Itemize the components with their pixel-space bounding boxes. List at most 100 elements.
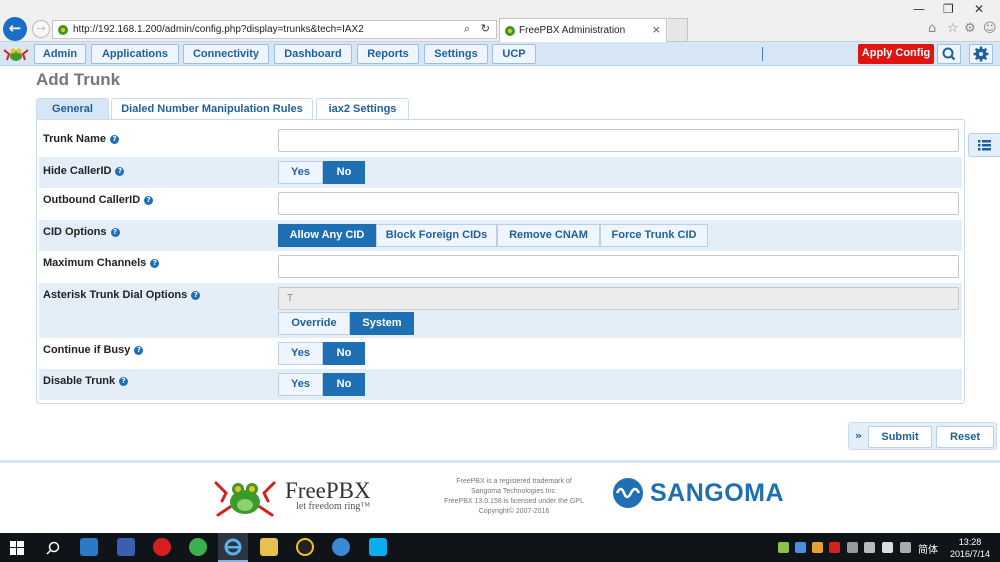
cid-options-row: CID Options? Allow Any CID Block Foreign…	[39, 220, 962, 251]
help-icon[interactable]: ?	[144, 196, 154, 205]
help-icon[interactable]: ?	[150, 259, 160, 268]
freepbx-tagline: let freedom ring™	[296, 501, 371, 512]
windows-start-icon[interactable]	[10, 541, 24, 555]
app-nav-bar: Admin Applications Connectivity Dashboar…	[0, 42, 1000, 66]
close-window-icon[interactable]: ✕	[974, 2, 984, 16]
tray-app-icon[interactable]	[829, 542, 840, 553]
dial-options-input[interactable]: T	[278, 287, 959, 310]
maximum-channels-row: Maximum Channels?	[39, 251, 962, 283]
forward-arrow-icon[interactable]: →	[32, 20, 50, 38]
continue-if-busy-yes-option[interactable]: Yes	[278, 342, 323, 365]
nav-divider	[762, 47, 763, 61]
hide-callerid-yes-option[interactable]: Yes	[278, 161, 323, 184]
search-icon[interactable]: ⌕	[464, 22, 470, 36]
disable-trunk-no-option[interactable]: No	[323, 373, 365, 396]
minimize-icon[interactable]: —	[913, 2, 925, 16]
address-bar[interactable]: http://192.168.1.200/admin/config.php?di…	[52, 20, 497, 39]
tab-title: FreePBX Administration	[519, 25, 626, 36]
nav-applications[interactable]: Applications	[91, 44, 179, 64]
nav-ucp[interactable]: UCP	[492, 44, 536, 64]
legal-line: Copyright© 2007-2016	[478, 508, 550, 515]
settings-button[interactable]	[969, 44, 993, 64]
favorites-star-icon[interactable]: ☆	[947, 21, 959, 36]
task-view-icon[interactable]	[80, 538, 98, 556]
search-button[interactable]	[937, 44, 961, 64]
sangoma-logo-icon	[613, 478, 643, 508]
general-form-panel: Trunk Name? Hide CallerID? Yes No Outbou…	[36, 119, 965, 404]
outbound-callerid-label: Outbound CallerID?	[43, 194, 154, 206]
browser-app-icon[interactable]	[153, 538, 171, 556]
tray-app-icon[interactable]	[812, 542, 823, 553]
help-icon[interactable]: ?	[119, 377, 129, 386]
home-icon[interactable]: ⌂	[928, 21, 936, 36]
freepbx-favicon-icon	[58, 25, 68, 35]
side-list-toggle[interactable]	[968, 133, 1000, 157]
trunk-name-input[interactable]	[278, 129, 959, 152]
freepbx-favicon-icon	[505, 26, 515, 36]
system-clock[interactable]: 13:28 2016/7/14	[944, 536, 996, 560]
maximum-channels-input[interactable]	[278, 255, 959, 278]
tab-dialed-number-manipulation-rules[interactable]: Dialed Number Manipulation Rules	[111, 98, 313, 120]
help-icon[interactable]: ?	[115, 167, 125, 176]
nav-connectivity[interactable]: Connectivity	[183, 44, 269, 64]
hide-callerid-row: Hide CallerID? Yes No	[39, 157, 962, 188]
skype-icon[interactable]	[369, 538, 387, 556]
hide-callerid-label: Hide CallerID?	[43, 165, 125, 177]
input-language-indicator[interactable]: 简体	[918, 541, 938, 556]
collapse-chevron-icon[interactable]: »	[855, 429, 862, 442]
outbound-callerid-input[interactable]	[278, 192, 959, 215]
dial-options-label: Asterisk Trunk Dial Options?	[43, 289, 201, 301]
tab-general[interactable]: General	[36, 98, 109, 120]
network-app-icon[interactable]	[117, 538, 135, 556]
freepbx-frog-logo-icon	[214, 481, 276, 517]
dial-options-row: Asterisk Trunk Dial Options? T Override …	[39, 283, 962, 338]
nav-dashboard[interactable]: Dashboard	[274, 44, 352, 64]
legal-line: Sangoma Technologies Inc.	[471, 488, 557, 495]
close-tab-icon[interactable]: ×	[652, 23, 661, 36]
cid-block-foreign-option[interactable]: Block Foreign CIDs	[376, 224, 497, 247]
nav-reports[interactable]: Reports	[357, 44, 419, 64]
nav-settings[interactable]: Settings	[424, 44, 488, 64]
browser-tab[interactable]: FreePBX Administration ×	[499, 18, 667, 42]
apply-config-button[interactable]: Apply Config	[858, 44, 934, 64]
help-icon[interactable]: ?	[191, 291, 201, 300]
settings-gear-icon[interactable]: ⚙	[964, 21, 976, 36]
dial-options-system-option[interactable]: System	[350, 312, 414, 335]
green-app-icon[interactable]	[189, 538, 207, 556]
tray-app-icon[interactable]	[847, 542, 858, 553]
submit-button[interactable]: Submit	[868, 426, 932, 448]
gear-icon	[973, 46, 989, 62]
clock-time: 13:28	[958, 537, 982, 547]
cid-remove-cnam-option[interactable]: Remove CNAM	[497, 224, 600, 247]
back-arrow-icon[interactable]: ←	[3, 17, 27, 41]
dial-options-override-option[interactable]: Override	[278, 312, 350, 335]
search-icon[interactable]	[46, 541, 60, 555]
internet-explorer-icon[interactable]	[224, 538, 242, 556]
disable-trunk-yes-option[interactable]: Yes	[278, 373, 323, 396]
tab-iax2-settings[interactable]: iax2 Settings	[316, 98, 409, 120]
new-tab-button[interactable]	[668, 18, 688, 42]
footer: FreePBX let freedom ring™ FreePBX is a r…	[0, 460, 1000, 533]
cid-force-trunk-option[interactable]: Force Trunk CID	[600, 224, 708, 247]
network-tray-icon[interactable]	[864, 542, 875, 553]
qq-icon[interactable]	[296, 538, 314, 556]
maximize-icon[interactable]: ❐	[943, 2, 954, 16]
help-icon[interactable]: ?	[134, 346, 144, 355]
messenger-icon[interactable]	[332, 538, 350, 556]
smiley-feedback-icon[interactable]: ☺	[983, 21, 997, 36]
outbound-callerid-label-text: Outbound CallerID	[43, 194, 141, 206]
reset-button[interactable]: Reset	[936, 426, 994, 448]
freepbx-logo-icon[interactable]	[2, 44, 30, 64]
tray-app-icon[interactable]	[778, 542, 789, 553]
help-icon[interactable]: ?	[109, 135, 119, 144]
notification-tray-icon[interactable]	[900, 542, 911, 553]
refresh-icon[interactable]: ↻	[481, 22, 490, 35]
tray-app-icon[interactable]	[795, 542, 806, 553]
nav-admin[interactable]: Admin	[34, 44, 86, 64]
help-icon[interactable]: ?	[110, 228, 120, 237]
hide-callerid-no-option[interactable]: No	[323, 161, 365, 184]
volume-tray-icon[interactable]	[882, 542, 893, 553]
continue-if-busy-no-option[interactable]: No	[323, 342, 365, 365]
cid-allow-any-option[interactable]: Allow Any CID	[278, 224, 376, 247]
file-explorer-icon[interactable]	[260, 538, 278, 556]
